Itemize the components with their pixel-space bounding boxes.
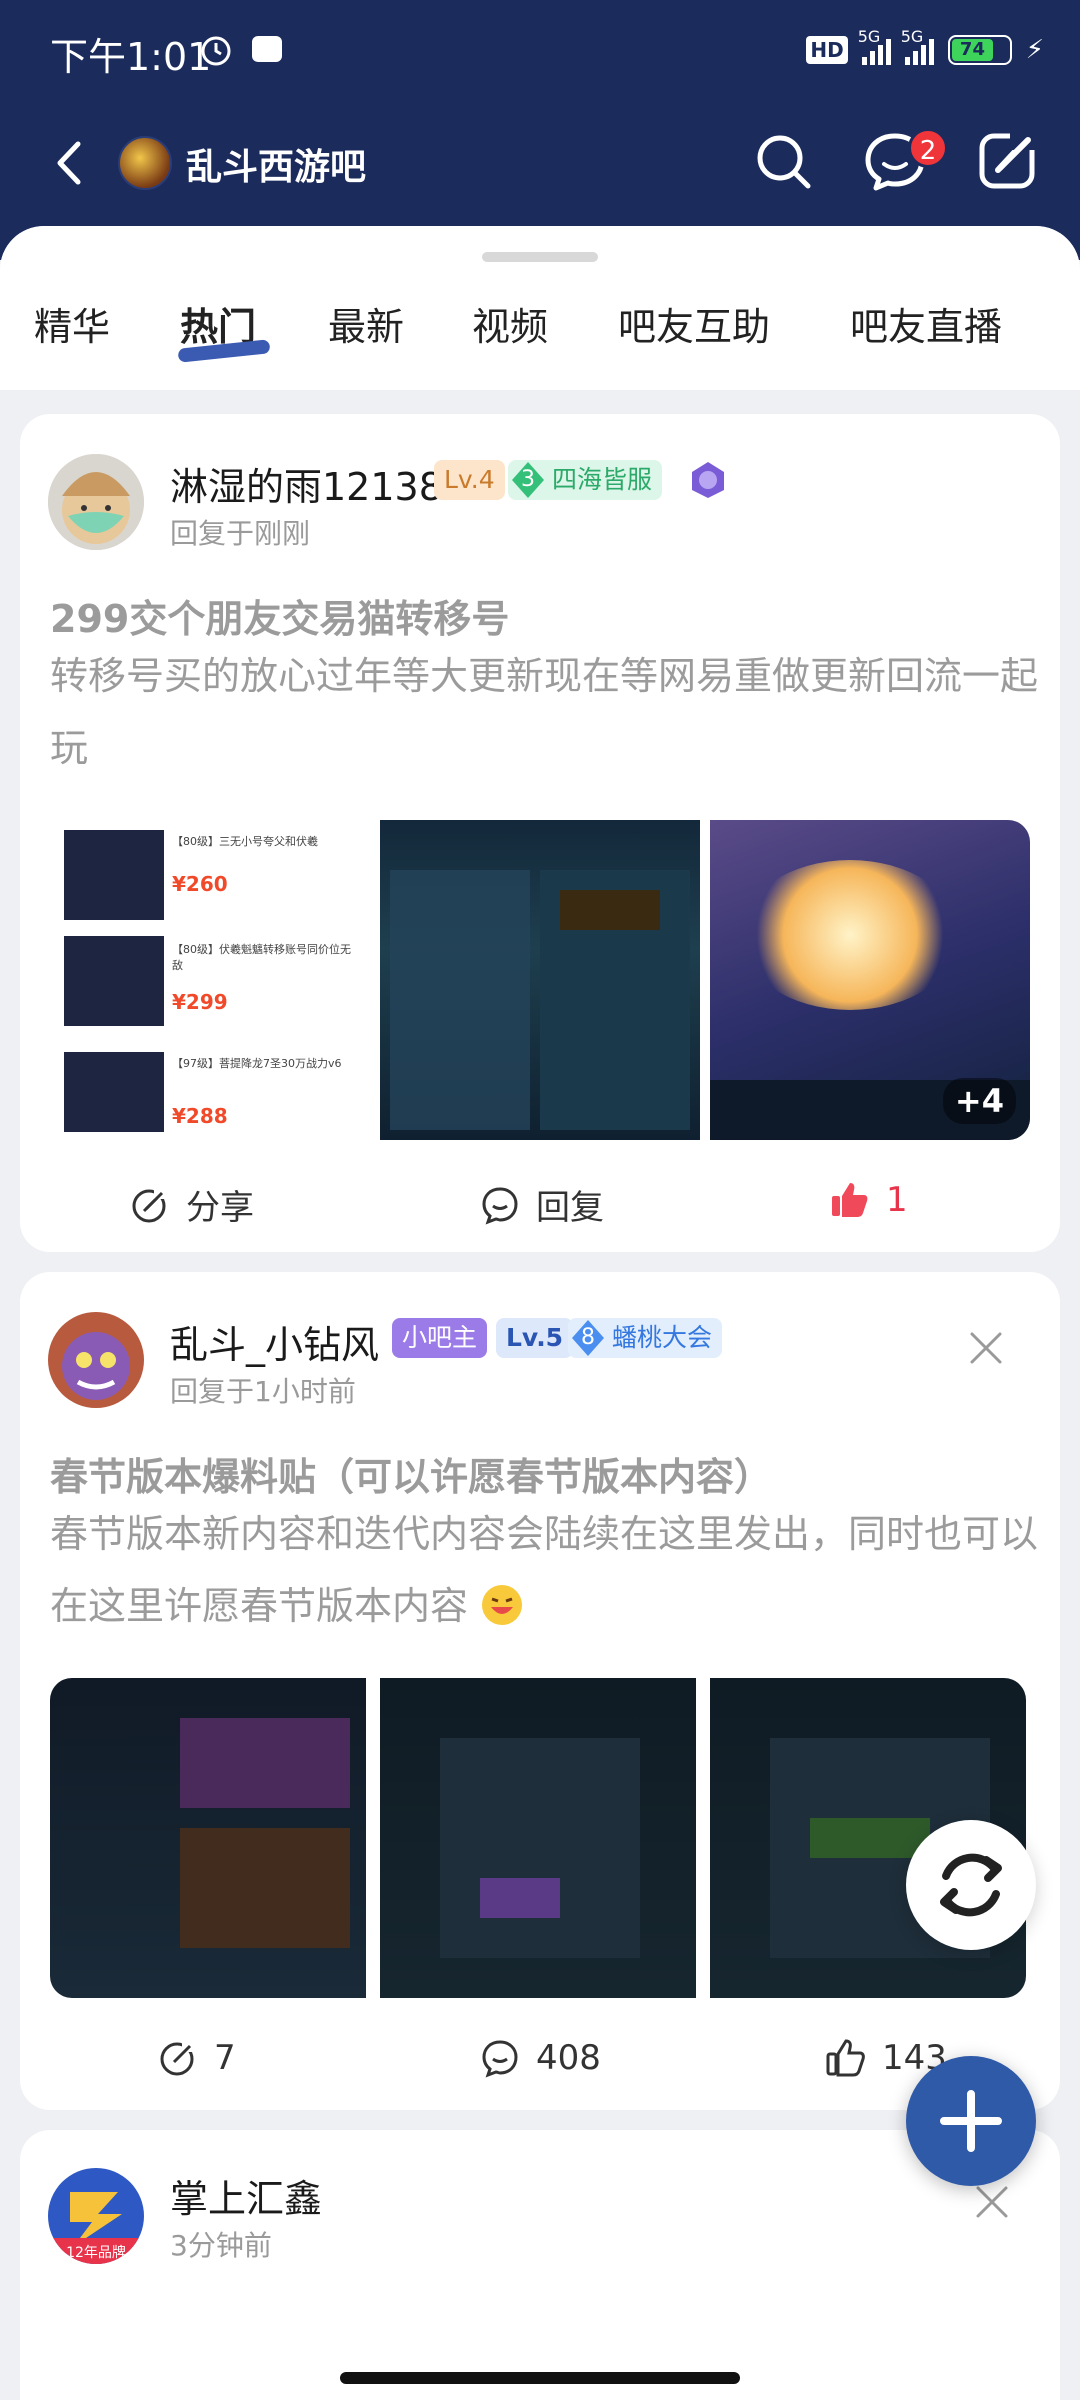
post-image[interactable]: +4 <box>710 820 1030 1140</box>
nav-bar: 乱斗西游吧 2 <box>0 110 1080 210</box>
more-images-count[interactable]: +4 <box>942 1078 1016 1124</box>
member-badge: 8 蟠桃大会 <box>568 1318 723 1358</box>
tab-latest[interactable]: 最新 <box>328 296 404 351</box>
thumbs-up-icon <box>826 2039 865 2077</box>
notification-icon <box>252 36 282 62</box>
share-icon <box>160 2038 198 2076</box>
post-time: 3分钟前 <box>170 2229 272 2262</box>
like-button[interactable]: 1 <box>830 1180 908 1220</box>
back-icon[interactable] <box>50 138 90 188</box>
share-button[interactable]: 7 <box>158 2038 236 2078</box>
tab-video[interactable]: 视频 <box>472 296 548 351</box>
message-badge: 2 <box>908 128 948 168</box>
post-body[interactable]: 转移号买的放心过年等大更新现在等网易重做更新回流一起玩 <box>50 640 1040 784</box>
avatar-image <box>48 1312 144 1408</box>
battery-icon: 74 <box>947 35 1012 65</box>
battery-level: 74 <box>951 39 994 61</box>
alarm-icon <box>201 36 231 66</box>
status-time: 下午1:01 <box>50 35 212 79</box>
reply-time: 回复于1小时前 <box>170 1375 356 1408</box>
forum-title[interactable]: 乱斗西游吧 <box>186 138 366 190</box>
post-image[interactable] <box>50 1678 366 1998</box>
avatar-tag: 12年品牌 <box>66 2245 126 2261</box>
close-icon[interactable] <box>966 1328 1006 1368</box>
username[interactable]: 乱斗_小钻风 <box>170 1314 379 1369</box>
medal-icon <box>692 462 724 498</box>
tab-live[interactable]: 吧友直播 <box>850 296 1002 351</box>
username[interactable]: 淋湿的雨12138 <box>170 456 443 511</box>
post-title[interactable]: 春节版本爆料贴（可以许愿春节版本内容） <box>50 1446 772 1501</box>
listing-price: ¥260 <box>172 872 228 896</box>
avatar-image <box>48 454 144 550</box>
reply-time: 回复于刚刚 <box>170 517 311 550</box>
post-title[interactable]: 299交个朋友交易猫转移号 <box>50 588 509 643</box>
post-card[interactable]: 乱斗_小钻风 小吧主 Lv.5 8 蟠桃大会 回复于1小时前 春节版本爆料贴（可… <box>20 1272 1060 2110</box>
level-badge: Lv.4 <box>434 460 505 500</box>
reply-icon <box>482 1186 518 1225</box>
share-icon <box>132 1184 170 1222</box>
post-card[interactable]: 12年品牌 掌上汇鑫 3分钟前 <box>20 2130 1060 2400</box>
username[interactable]: 掌上汇鑫 <box>170 2168 322 2223</box>
home-indicator[interactable] <box>340 2372 740 2384</box>
avatar[interactable] <box>48 454 144 550</box>
avatar[interactable]: 12年品牌 <box>48 2168 144 2264</box>
moderator-badge: 小吧主 <box>392 1318 488 1358</box>
avatar[interactable] <box>48 1312 144 1408</box>
close-icon[interactable] <box>972 2182 1012 2222</box>
share-button[interactable]: 分享 <box>130 1180 254 1229</box>
post-card[interactable]: 淋湿的雨12138 Lv.4 3 四海皆服 回复于刚刚 299交个朋友交易猫转移… <box>20 414 1060 1252</box>
tab-bar: 精华 热门 最新 视频 吧友互助 吧友直播 <box>0 296 1080 366</box>
signal-icon: 5G <box>858 27 891 65</box>
status-indicators: HD 5G 5G 74 ⚡ <box>806 27 1044 70</box>
signal-icon-2: 5G <box>901 27 934 65</box>
status-bar: 下午1:01 HD 5G 5G 74 ⚡ <box>0 0 1080 100</box>
post-image[interactable] <box>380 820 700 1140</box>
tab-header: 精华 热门 最新 视频 吧友互助 吧友直播 <box>0 226 1080 390</box>
reply-icon <box>482 2040 518 2078</box>
thumbs-up-icon <box>832 1183 868 1217</box>
charging-icon: ⚡ <box>1025 35 1044 65</box>
refresh-button[interactable] <box>906 1820 1036 1950</box>
tab-help[interactable]: 吧友互助 <box>618 296 770 351</box>
level-badge: Lv.5 <box>496 1318 574 1358</box>
hd-badge: HD <box>806 36 848 64</box>
tab-essence[interactable]: 精华 <box>34 296 110 351</box>
compose-icon[interactable] <box>976 128 1040 192</box>
new-post-button[interactable] <box>906 2056 1036 2186</box>
listing-title: 【97级】菩提降龙7圣30万战力v6 <box>172 1057 342 1070</box>
reply-button[interactable]: 408 <box>480 2038 601 2078</box>
search-icon[interactable] <box>752 130 816 194</box>
listing-price: ¥299 <box>172 990 228 1014</box>
refresh-icon <box>940 1853 1002 1917</box>
plus-icon <box>940 2090 1002 2152</box>
listing-title: 【80级】三无小号夸父和伏羲 <box>172 835 318 848</box>
post-body[interactable]: 春节版本新内容和迭代内容会陆续在这里发出，同时也可以在这里许愿春节版本内容 <box>50 1498 1040 1642</box>
post-image[interactable] <box>380 1678 696 1998</box>
emoji-icon <box>482 1585 523 1625</box>
member-badge: 3 四海皆服 <box>508 460 663 500</box>
drag-handle[interactable] <box>482 252 598 262</box>
listing-price: ¥288 <box>172 1104 228 1128</box>
listing-title: 【80级】伏羲魁魑转移账号同价位无敌 <box>172 943 351 972</box>
forum-logo[interactable] <box>118 136 172 190</box>
reply-button[interactable]: 回复 <box>480 1180 604 1229</box>
post-image[interactable]: 【80级】三无小号夸父和伏羲 ¥260 【80级】伏羲魁魑转移账号同价位无敌 ¥… <box>40 820 360 1140</box>
